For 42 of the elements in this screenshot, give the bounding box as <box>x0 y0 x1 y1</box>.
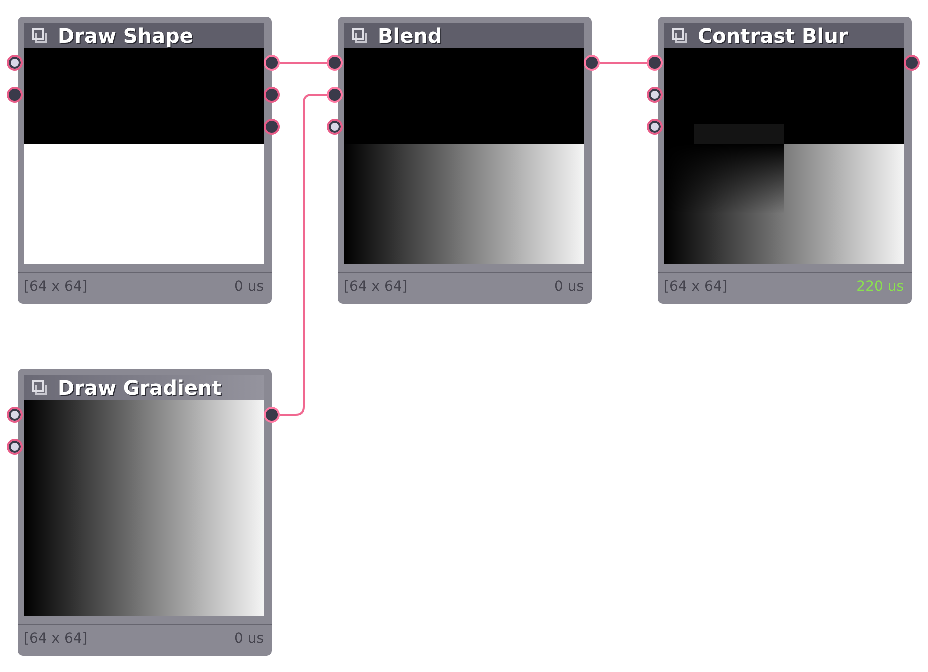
copy-icon <box>32 380 48 396</box>
node-title: Contrast Blur <box>698 24 848 48</box>
copy-icon <box>672 28 688 44</box>
input-port[interactable] <box>647 87 663 103</box>
copy-icon <box>352 28 368 44</box>
connection-wire <box>280 62 327 64</box>
input-port[interactable] <box>7 439 23 455</box>
copy-icon <box>32 28 48 44</box>
input-port[interactable] <box>7 87 23 103</box>
node-title: Draw Gradient <box>58 376 222 400</box>
input-port[interactable] <box>7 407 23 423</box>
image-size: [64 x 64] <box>24 631 88 647</box>
image-size: [64 x 64] <box>24 279 88 295</box>
output-port[interactable] <box>264 87 280 103</box>
input-port[interactable] <box>7 55 23 71</box>
input-port[interactable] <box>647 119 663 135</box>
input-port[interactable] <box>327 87 343 103</box>
node-header[interactable]: Draw Shape <box>24 23 264 48</box>
node-header[interactable]: Contrast Blur <box>664 23 904 48</box>
output-port[interactable] <box>264 119 280 135</box>
node-header[interactable]: Draw Gradient <box>24 375 264 400</box>
input-port[interactable] <box>327 119 343 135</box>
image-size: [64 x 64] <box>344 279 408 295</box>
node-panel[interactable]: Contrast Blur [64 x 64] 220 us <box>658 17 912 304</box>
output-port[interactable] <box>584 55 600 71</box>
process-time: 0 us <box>234 631 264 647</box>
connection-wire <box>600 62 647 64</box>
node-header[interactable]: Blend <box>344 23 584 48</box>
node-panel[interactable]: Draw Gradient [64 x 64] 0 us <box>18 369 272 656</box>
input-port[interactable] <box>327 55 343 71</box>
output-port[interactable] <box>904 55 920 71</box>
input-port[interactable] <box>647 55 663 71</box>
image-size: [64 x 64] <box>664 279 728 295</box>
process-time: 0 us <box>234 279 264 295</box>
node-title: Draw Shape <box>58 24 194 48</box>
process-time: 220 us <box>856 279 904 295</box>
node-panel[interactable]: Draw Shape [64 x 64] 0 us <box>18 17 272 304</box>
node-panel[interactable]: Blend [64 x 64] 0 us <box>338 17 592 304</box>
output-port[interactable] <box>264 55 280 71</box>
process-time: 0 us <box>554 279 584 295</box>
node-title: Blend <box>378 24 442 48</box>
output-port[interactable] <box>264 407 280 423</box>
